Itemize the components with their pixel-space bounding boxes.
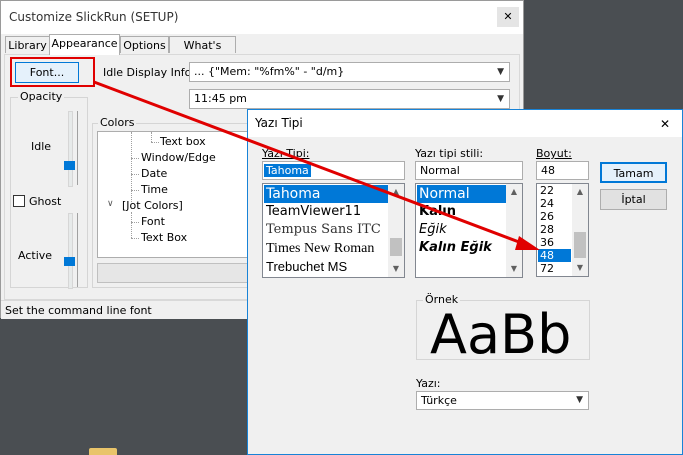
arrow-line (93, 80, 528, 247)
arrow-head (515, 236, 540, 250)
tab-appearance[interactable]: Appearance (49, 34, 120, 55)
annotation-arrow (93, 80, 540, 250)
